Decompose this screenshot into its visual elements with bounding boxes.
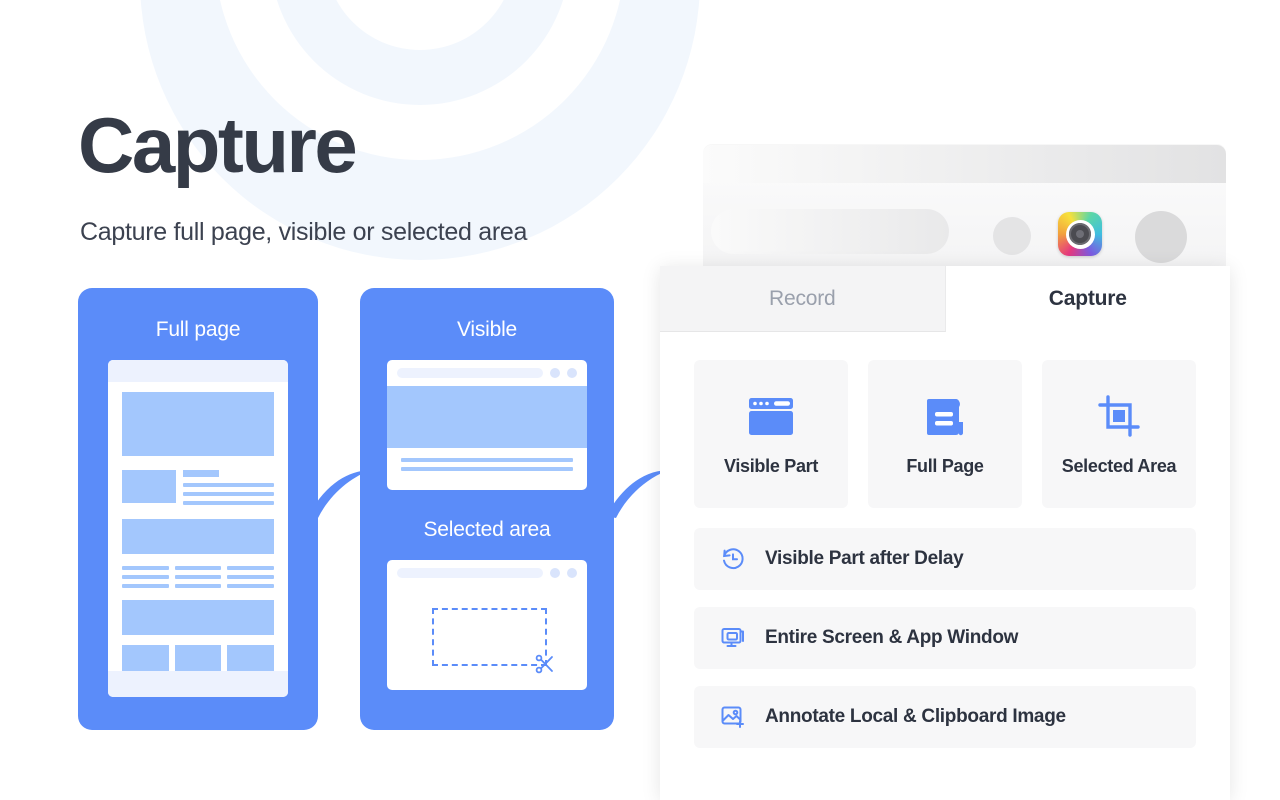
mockup-toolbar [387, 360, 587, 386]
option-selected-area[interactable]: Selected Area [1042, 360, 1196, 508]
browser-chrome [703, 145, 1226, 267]
illustration-selected-area-label: Selected area [423, 518, 551, 541]
toolbar-button-circle[interactable] [993, 217, 1031, 255]
tab-capture[interactable]: Capture [945, 266, 1230, 332]
ring-third [270, 0, 570, 105]
mockup-line [183, 483, 274, 487]
lens-ring [1065, 219, 1095, 249]
mockup-thumb [122, 470, 176, 503]
mockup-line [174, 566, 222, 570]
mockup-text-col [183, 470, 274, 505]
illustration-full-page-label: Full page [155, 318, 241, 341]
mockup-line [122, 566, 169, 570]
capture-options-grid: Visible Part Full Page Selected Area [660, 332, 1230, 508]
full-page-mockup [108, 360, 288, 697]
mockup-line [401, 467, 573, 471]
profile-avatar[interactable] [1135, 211, 1187, 263]
visible-mockup [387, 360, 587, 490]
mockup-dot [567, 368, 577, 378]
mockup-banner-block [122, 519, 274, 554]
mockup-line [174, 575, 222, 579]
mockup-line [227, 584, 275, 588]
mockup-line [227, 566, 275, 570]
mockup-line [183, 501, 274, 505]
monitor-screen-icon [719, 624, 747, 652]
option-full-page[interactable]: Full Page [868, 360, 1022, 508]
lens-pupil [1076, 230, 1084, 238]
row-label: Entire Screen & App Window [765, 627, 1019, 648]
clock-delay-icon [719, 545, 747, 573]
option-visible-part[interactable]: Visible Part [694, 360, 848, 508]
tab-record[interactable]: Record [660, 266, 946, 332]
option-label: Full Page [906, 455, 984, 476]
mockup-line [401, 458, 573, 462]
selected-area-mockup [387, 560, 587, 690]
popup-tabs: Record Capture [660, 266, 1230, 332]
capture-action-list: Visible Part after Delay Entire Screen &… [660, 508, 1230, 748]
browser-window-icon [749, 397, 793, 435]
illustration-visible-label: Visible [456, 318, 518, 341]
crop-icon [1098, 394, 1140, 437]
mockup-address-pill [397, 368, 543, 378]
mockup-line [122, 584, 169, 588]
mockup-top-strip [108, 360, 288, 382]
mockup-banner-block-2 [122, 600, 274, 635]
mockup-address-pill [397, 568, 543, 578]
mockup-heading-bar [183, 470, 219, 477]
page-root: Capture Capture full page, visible or se… [0, 0, 1280, 800]
page-subtitle: Capture full page, visible or selected a… [80, 218, 528, 246]
ring-inner [325, 0, 515, 50]
mockup-line [183, 492, 274, 496]
mockup-media-row [122, 470, 274, 505]
option-label: Selected Area [1061, 455, 1177, 476]
illustration-card-visible: Visible Selected area [360, 288, 614, 730]
camera-lens-icon[interactable] [1058, 212, 1102, 256]
page-title: Capture [78, 101, 358, 189]
row-visible-part-after-delay[interactable]: Visible Part after Delay [694, 528, 1196, 590]
row-entire-screen-app-window[interactable]: Entire Screen & App Window [694, 607, 1196, 669]
mockup-three-col-text [122, 566, 275, 588]
lens-body [1069, 223, 1091, 245]
option-label: Visible Part [723, 455, 819, 476]
mockup-line [227, 575, 275, 579]
mockup-dot [550, 568, 560, 578]
illustration-card-full-page: Full page [78, 288, 318, 730]
mockup-below-fold [387, 448, 587, 471]
mockup-hero-block [122, 392, 274, 456]
browser-toolbar [703, 183, 1226, 267]
mockup-bottom-strip [108, 671, 288, 697]
selection-rectangle [432, 608, 547, 666]
mockup-viewport-block [387, 386, 587, 448]
row-annotate-local-clipboard-image[interactable]: Annotate Local & Clipboard Image [694, 686, 1196, 748]
mockup-line [122, 575, 169, 579]
address-bar[interactable] [711, 209, 949, 254]
row-label: Visible Part after Delay [765, 548, 964, 569]
mockup-dot [550, 368, 560, 378]
browser-tab-strip [703, 145, 1226, 183]
mockup-dot [567, 568, 577, 578]
scroll-document-icon [927, 398, 963, 435]
image-plus-icon [719, 703, 747, 731]
scissors-icon [535, 654, 553, 674]
extension-popup: Record Capture Visible Part Full Page Se… [660, 266, 1230, 800]
mockup-line [174, 584, 222, 588]
mockup-toolbar [387, 560, 587, 586]
row-label: Annotate Local & Clipboard Image [765, 706, 1066, 727]
